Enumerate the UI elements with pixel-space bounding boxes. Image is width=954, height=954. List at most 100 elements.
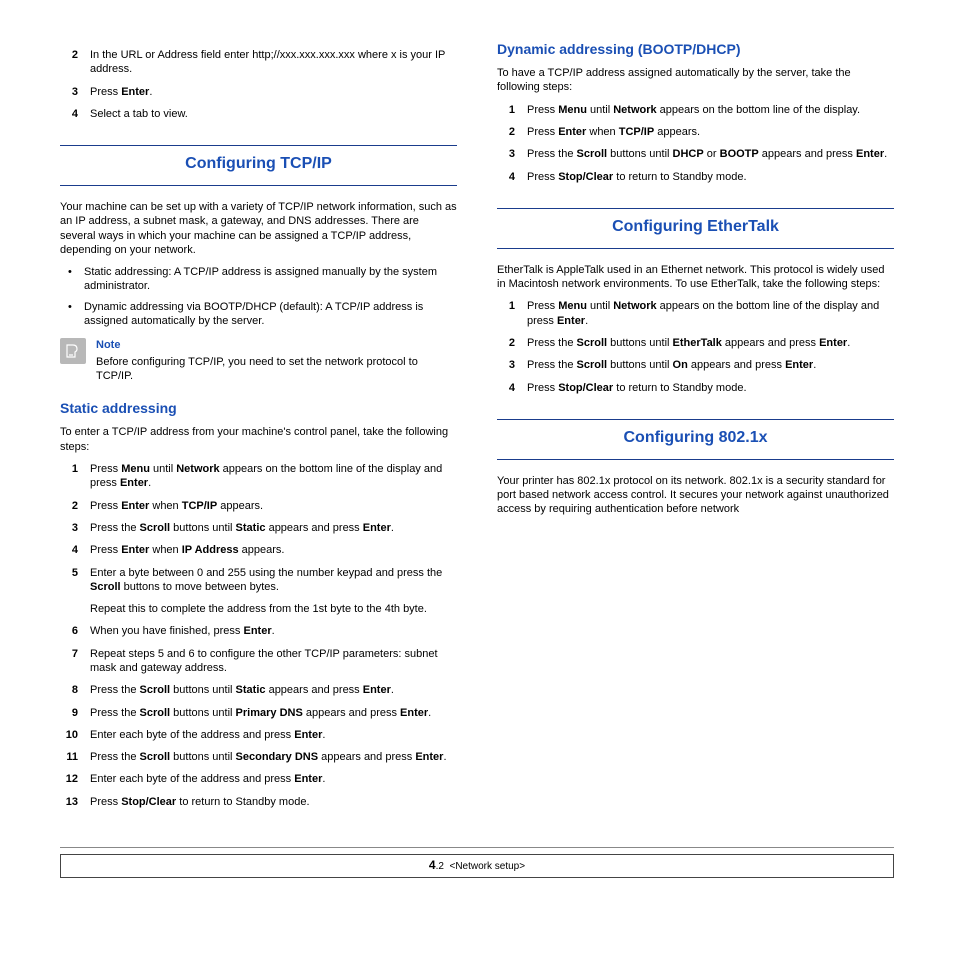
step-text: Press Stop/Clear to return to Standby mo…	[527, 170, 894, 184]
step-number: 3	[497, 147, 515, 161]
heading-ethertalk: Configuring EtherTalk	[497, 217, 894, 238]
x802-intro: Your printer has 802.1x protocol on its …	[497, 474, 894, 517]
heading-static: Static addressing	[60, 399, 457, 417]
numbered-step: 1Press Menu until Network appears on the…	[497, 103, 894, 117]
step-number: 1	[60, 462, 78, 491]
step-text: Press Menu until Network appears on the …	[90, 462, 457, 491]
note-box: Note Before configuring TCP/IP, you need…	[60, 338, 457, 383]
step-number: 3	[60, 521, 78, 535]
numbered-step: 3 Press the Scroll buttons until DHCP or …	[497, 147, 894, 161]
step-text: When you have finished, press Enter.	[90, 624, 457, 638]
numbered-step: 3 Press the Scroll buttons until Static a…	[60, 521, 457, 535]
divider	[497, 208, 894, 209]
step-number: 6	[60, 624, 78, 638]
step-text: Press Enter when TCP/IP appears.	[90, 499, 457, 513]
numbered-step: 8 Press the Scroll buttons until Static a…	[60, 683, 457, 697]
intro-text: Your machine can be set up with a variet…	[60, 200, 457, 257]
dyn-intro: To have a TCP/IP address assigned automa…	[497, 66, 894, 95]
note-icon	[60, 338, 86, 364]
step-text: Select a tab to view.	[90, 107, 457, 121]
step-text: Press Stop/Clear to return to Standby mo…	[90, 795, 457, 809]
step-number: 12	[60, 772, 78, 786]
numbered-step: 6 When you have finished, press Enter.	[60, 624, 457, 638]
heading-8021x: Configuring 802.1x	[497, 428, 894, 449]
step-continuation: Repeat this to complete the address from…	[90, 602, 457, 616]
numbered-step: 10 Enter each byte of the address and pre…	[60, 728, 457, 742]
numbered-step: 11 Press the Scroll buttons until Seconda…	[60, 750, 457, 764]
bullet-dot: •	[68, 265, 76, 294]
step-text: Enter each byte of the address and press…	[90, 772, 457, 786]
footer: 4.2 <Network setup>	[60, 854, 894, 878]
numbered-step: 13 Press Stop/Clear to return to Standby …	[60, 795, 457, 809]
numbered-step: 9 Press the Scroll buttons until Primary …	[60, 706, 457, 720]
numbered-step: 4 Press Enter when IP Address appears.	[60, 543, 457, 557]
numbered-step: 3 Press Enter.	[60, 85, 457, 99]
divider	[497, 419, 894, 420]
step-number: 8	[60, 683, 78, 697]
ether-intro: EtherTalk is AppleTalk used in an Ethern…	[497, 263, 894, 292]
step-text: Press the Scroll buttons until Secondary…	[90, 750, 457, 764]
step-text: Press Enter when TCP/IP appears.	[527, 125, 894, 139]
heading-dynamic: Dynamic addressing (BOOTP/DHCP)	[497, 40, 894, 58]
step-text: Press Enter.	[90, 85, 457, 99]
page-number-minor: .2	[436, 861, 444, 872]
step-text: Enter a byte between 0 and 255 using the…	[90, 566, 457, 595]
step-number: 13	[60, 795, 78, 809]
numbered-step: 2 Press the Scroll buttons until EtherTal…	[497, 336, 894, 350]
step-number: 11	[60, 750, 78, 764]
step-text: Press Menu until Network appears on the …	[527, 299, 894, 328]
heading-tcpip: Configuring TCP/IP	[60, 154, 457, 175]
step-text: Repeat steps 5 and 6 to configure the ot…	[90, 647, 457, 676]
step-text: Press Stop/Clear to return to Standby mo…	[527, 381, 894, 395]
step-text: In the URL or Address field enter http;/…	[90, 48, 457, 77]
bullet-item: • Static addressing: A TCP/IP address is …	[60, 265, 457, 294]
step-text: Press the Scroll buttons until DHCP or B…	[527, 147, 894, 161]
left-column: 2 In the URL or Address field enter http;…	[60, 40, 457, 817]
step-text: Press the Scroll buttons until Static ap…	[90, 521, 457, 535]
numbered-step: 4 Press Stop/Clear to return to Standby m…	[497, 381, 894, 395]
step-number: 4	[60, 107, 78, 121]
step-number: 3	[60, 85, 78, 99]
step-number: 2	[497, 336, 515, 350]
divider	[497, 459, 894, 460]
step-text: Press Menu until Network appears on the …	[527, 103, 894, 117]
numbered-step: 2 Press Enter when TCP/IP appears.	[497, 125, 894, 139]
step-number: 2	[60, 48, 78, 77]
step-number: 1	[497, 299, 515, 328]
step-number: 4	[497, 381, 515, 395]
bullet-item: • Dynamic addressing via BOOTP/DHCP (defa…	[60, 300, 457, 329]
numbered-step: 2Press Enter when TCP/IP appears.	[60, 499, 457, 513]
step-text: Press the Scroll buttons until Primary D…	[90, 706, 457, 720]
step-text: Enter each byte of the address and press…	[90, 728, 457, 742]
bullet-text: Dynamic addressing via BOOTP/DHCP (defau…	[84, 300, 457, 329]
divider	[497, 248, 894, 249]
step-number: 9	[60, 706, 78, 720]
numbered-step: 1 Press Menu until Network appears on the…	[60, 462, 457, 491]
right-column: Dynamic addressing (BOOTP/DHCP) To have …	[497, 40, 894, 817]
bullet-text: Static addressing: A TCP/IP address is a…	[84, 265, 457, 294]
bullet-dot: •	[68, 300, 76, 329]
step-number: 4	[60, 543, 78, 557]
numbered-step: 4 Select a tab to view.	[60, 107, 457, 121]
pre-steps: 2 In the URL or Address field enter http;…	[60, 48, 457, 121]
step-text: Press Enter when IP Address appears.	[90, 543, 457, 557]
step-number: 4	[497, 170, 515, 184]
step-number: 5	[60, 566, 78, 595]
note-title: Note	[96, 338, 457, 352]
step-number: 7	[60, 647, 78, 676]
note-text: Before configuring TCP/IP, you need to s…	[96, 355, 457, 384]
numbered-step: 7 Repeat steps 5 and 6 to configure the o…	[60, 647, 457, 676]
step-text: Press the Scroll buttons until Static ap…	[90, 683, 457, 697]
step-number: 10	[60, 728, 78, 742]
footer-label: <Network setup>	[449, 861, 525, 872]
numbered-step: 4 Press Stop/Clear to return to Standby m…	[497, 170, 894, 184]
numbered-step: 5 Enter a byte between 0 and 255 using th…	[60, 566, 457, 595]
numbered-step: 1 Press Menu until Network appears on the…	[497, 299, 894, 328]
step-number: 3	[497, 358, 515, 372]
page-number-major: 4	[429, 858, 436, 872]
step-number: 2	[497, 125, 515, 139]
footer-divider	[60, 847, 894, 848]
step-text: Press the Scroll buttons until On appear…	[527, 358, 894, 372]
numbered-step: 3 Press the Scroll buttons until On appea…	[497, 358, 894, 372]
step-text: Press the Scroll buttons until EtherTalk…	[527, 336, 894, 350]
